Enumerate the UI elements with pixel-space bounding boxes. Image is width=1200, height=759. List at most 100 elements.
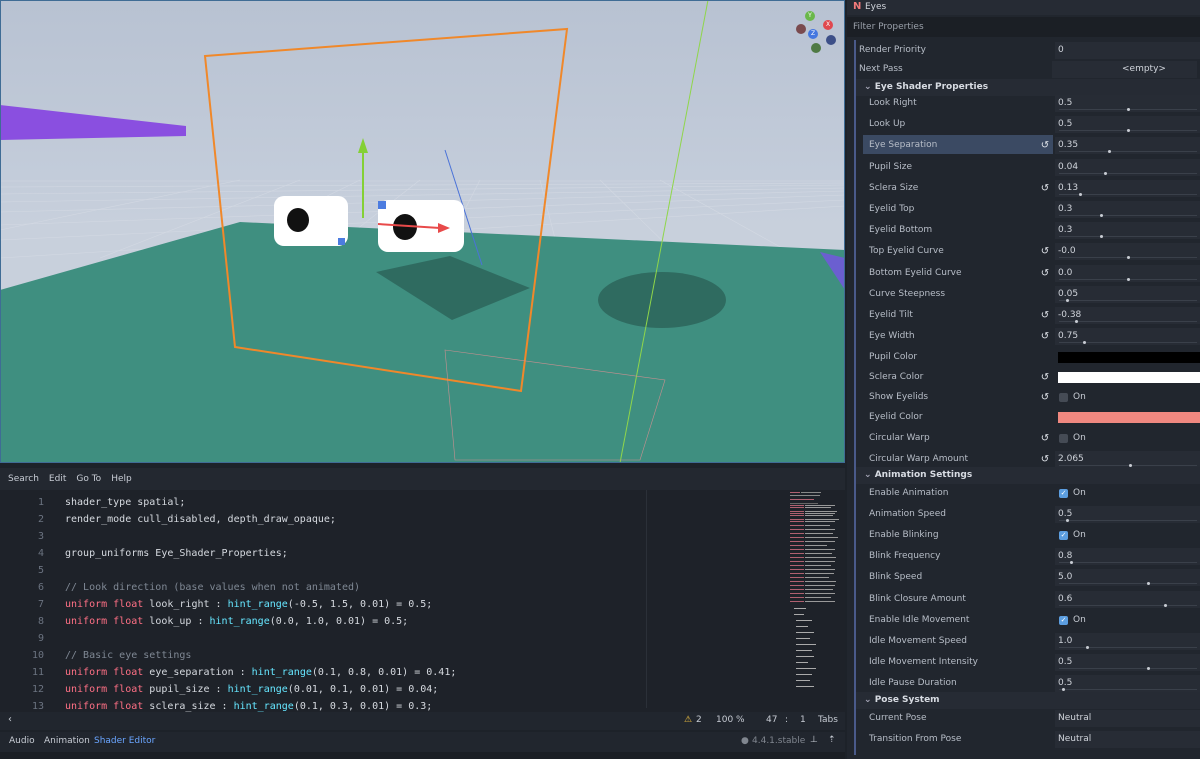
pin-icon[interactable]: ⊥ [810,735,818,745]
value-slider[interactable] [1059,173,1197,174]
checkbox-unchecked-icon[interactable] [1059,393,1068,402]
value-slider[interactable] [1059,583,1197,584]
slider-grabber[interactable] [1107,150,1111,153]
number-field[interactable]: 1.0 [1055,633,1200,650]
menu-search[interactable]: Search [8,474,39,484]
number-field[interactable]: 0.75 [1055,328,1200,345]
tab-shader-editor[interactable]: Shader Editor [94,736,155,746]
code-minimap[interactable] [788,490,840,700]
color-picker-button[interactable] [1055,349,1200,366]
value-slider[interactable] [1059,236,1197,237]
code-line[interactable]: 5 [0,562,640,579]
slider-grabber[interactable] [1079,193,1083,196]
value-slider[interactable] [1059,689,1197,690]
menu-help[interactable]: Help [111,474,132,484]
value-slider[interactable] [1059,465,1197,466]
gizmo-y-icon[interactable]: Y [805,11,815,21]
checkbox-field[interactable]: ✓ On [1055,612,1200,629]
gizmo-neg-y-icon[interactable] [811,43,821,53]
slider-grabber[interactable] [1126,108,1130,111]
pose-dropdown[interactable]: Neutral [1055,731,1200,748]
slider-grabber[interactable] [1083,341,1087,344]
menu-edit[interactable]: Edit [49,474,66,484]
revert-icon[interactable]: ↺ [1040,432,1050,445]
code-text[interactable]: // Look direction (base values when not … [65,579,360,596]
slider-grabber[interactable] [1069,561,1073,564]
slider-grabber[interactable] [1164,604,1168,607]
number-field[interactable]: 0.35 [1055,137,1200,154]
slider-grabber[interactable] [1126,256,1130,259]
checkbox-field[interactable]: ✓ On [1055,485,1200,502]
gizmo-neg-z-icon[interactable] [826,35,836,45]
number-field[interactable]: 0.5 [1055,95,1200,112]
menu-go-to[interactable]: Go To [76,474,101,484]
expand-panel-icon[interactable]: ⇡ [828,735,836,745]
gizmo-z-icon[interactable]: Z [808,29,818,39]
collapse-chevron-icon[interactable]: ⌄ [864,470,872,480]
code-line[interactable]: 13 uniform float sclera_size : hint_range… [0,698,640,712]
collapse-chevron-icon[interactable]: ⌄ [864,695,872,705]
code-editor[interactable]: 1 shader_type spatial; 2 render_mode cull_d… [0,490,845,712]
code-text[interactable]: shader_type spatial; [65,494,185,511]
code-line[interactable]: 3 [0,528,640,545]
gizmo-neg-x-icon[interactable] [796,24,806,34]
number-field[interactable]: 0.05 [1055,286,1200,303]
code-text[interactable]: uniform float look_up : hint_range(0.0, … [65,613,408,630]
revert-icon[interactable]: ↺ [1040,371,1050,384]
number-field[interactable]: 0.8 [1055,548,1200,565]
number-field[interactable]: 2.065 [1055,451,1200,468]
code-line[interactable]: 11 uniform float eye_separation : hint_ra… [0,664,640,681]
number-field[interactable]: 0.5 [1055,654,1200,671]
collapse-arrow-icon[interactable]: ‹ [8,714,12,725]
tab-animation[interactable]: Animation [44,736,90,746]
slider-grabber[interactable] [1146,667,1150,670]
revert-icon[interactable]: ↺ [1040,267,1050,280]
warning-icon[interactable]: ⚠ [684,715,692,725]
value-slider[interactable] [1059,215,1197,216]
revert-icon[interactable]: ↺ [1040,245,1050,258]
revert-icon[interactable]: ↺ [1040,309,1050,322]
revert-icon[interactable]: ↺ [1040,453,1050,466]
number-field[interactable]: 0.3 [1055,222,1200,239]
value-slider[interactable] [1059,605,1197,606]
slider-grabber[interactable] [1086,646,1089,649]
gizmo-x-icon[interactable]: X [823,20,833,30]
value-slider[interactable] [1059,342,1197,343]
zoom-level[interactable]: 100 % [716,715,745,725]
next-pass-resource[interactable]: <empty> [1052,61,1197,78]
slider-grabber[interactable] [1146,582,1150,585]
number-field[interactable]: 5.0 [1055,569,1200,586]
value-slider[interactable] [1059,300,1197,301]
checkbox-checked-icon[interactable]: ✓ [1059,489,1068,498]
number-field[interactable]: 0 [1055,42,1200,59]
code-text[interactable]: uniform float pupil_size : hint_range(0.… [65,681,438,698]
code-text[interactable]: render_mode cull_disabled, depth_draw_op… [65,511,336,528]
section-header[interactable]: ⌄ Animation Settings [856,467,1200,484]
checkbox-checked-icon[interactable]: ✓ [1059,616,1068,625]
code-line[interactable]: 10 // Basic eye settings [0,647,640,664]
revert-icon[interactable]: ↺ [1040,139,1050,152]
slider-grabber[interactable] [1065,519,1069,522]
value-slider[interactable] [1059,668,1197,669]
slider-grabber[interactable] [1103,172,1107,175]
number-field[interactable]: -0.38 [1055,307,1200,324]
code-text[interactable]: uniform float look_right : hint_range(-0… [65,596,432,613]
code-line[interactable]: 9 [0,630,640,647]
code-line[interactable]: 2 render_mode cull_disabled, depth_draw_o… [0,511,640,528]
section-header[interactable]: ⌄ Pose System [856,692,1200,709]
number-field[interactable]: 0.5 [1055,116,1200,133]
number-field[interactable]: 0.13 [1055,180,1200,197]
code-line[interactable]: 8 uniform float look_up : hint_range(0.0,… [0,613,640,630]
slider-grabber[interactable] [1061,688,1065,691]
value-slider[interactable] [1059,151,1197,152]
revert-icon[interactable]: ↺ [1040,330,1050,343]
revert-icon[interactable]: ↺ [1040,182,1050,195]
code-text[interactable]: uniform float sclera_size : hint_range(0… [65,698,432,712]
number-field[interactable]: -0.0 [1055,243,1200,260]
checkbox-field[interactable]: On [1055,389,1200,406]
color-picker-button[interactable] [1055,369,1200,386]
code-text[interactable]: group_uniforms Eye_Shader_Properties; [65,545,288,562]
checkbox-field[interactable]: On [1055,430,1200,447]
slider-grabber[interactable] [1126,129,1130,132]
revert-icon[interactable]: ↺ [1040,391,1050,404]
